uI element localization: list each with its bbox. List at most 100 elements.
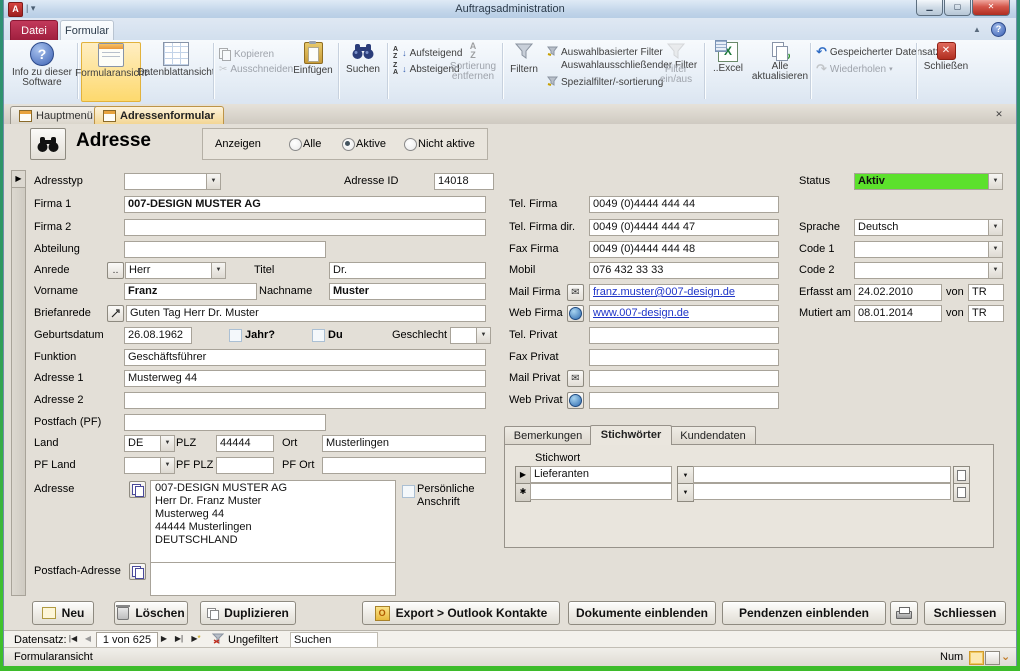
stichwort-row2-dropdown[interactable]: ▼ bbox=[677, 483, 694, 502]
form-view-toggle[interactable] bbox=[969, 651, 984, 665]
loeschen-button[interactable]: Löschen bbox=[114, 601, 188, 625]
layout-view-toggle[interactable]: ⌄ bbox=[1001, 651, 1010, 664]
dokumente-einblenden-button[interactable]: Dokumente einblenden bbox=[568, 601, 716, 625]
title-bar[interactable]: A | ▾ Auftragsadministration ▁ ▢ ✕ bbox=[4, 0, 1016, 19]
redo-button[interactable]: ↷ Wiederholen▾ bbox=[816, 63, 893, 75]
toggle-filter-button[interactable]: Filter ein/aus bbox=[654, 42, 698, 100]
schliessen-button[interactable]: Schliessen bbox=[924, 601, 1006, 625]
dropdown-arrow-icon[interactable]: ▼ bbox=[160, 436, 174, 451]
status-combo[interactable]: Aktiv▼ bbox=[854, 173, 1003, 190]
radio-aktive[interactable] bbox=[342, 138, 355, 151]
maximize-button[interactable]: ▢ bbox=[944, 0, 971, 16]
dropdown-arrow-icon[interactable]: ▼ bbox=[476, 328, 490, 343]
funktion-field[interactable]: Geschäftsführer bbox=[124, 349, 486, 366]
copy-address-button[interactable] bbox=[129, 481, 146, 498]
abteilung-field[interactable] bbox=[124, 241, 326, 258]
firma1-field[interactable]: 007-DESIGN MUSTER AG bbox=[124, 196, 486, 213]
neu-button[interactable]: Neu bbox=[32, 601, 94, 625]
doc-tab-adressenformular[interactable]: Adressenformular bbox=[94, 106, 224, 124]
stichwort-row1-extra-field[interactable] bbox=[693, 466, 951, 483]
fax-privat-field[interactable] bbox=[589, 349, 779, 366]
anrede-combo[interactable]: Herr▼ bbox=[125, 262, 226, 279]
find-button[interactable]: Suchen bbox=[341, 42, 385, 100]
fax-firma-field[interactable]: 0049 (0)4444 444 48 bbox=[589, 241, 779, 258]
advanced-filter-button[interactable]: Spezialfilter/-sortierung bbox=[547, 76, 663, 89]
tab-kundendaten[interactable]: Kundendaten bbox=[670, 426, 756, 445]
send-private-mail-button[interactable]: ✉ bbox=[567, 370, 584, 387]
adresse-id-field[interactable]: 14018 bbox=[434, 173, 494, 190]
dropdown-arrow-icon[interactable]: ▼ bbox=[988, 242, 1002, 257]
nachname-field[interactable]: Muster bbox=[329, 283, 486, 300]
stichwort-row2-detail-button[interactable] bbox=[953, 483, 970, 502]
mail-firma-field[interactable]: franz.muster@007-design.de bbox=[589, 284, 779, 301]
geburtsdatum-field[interactable]: 26.08.1962 bbox=[124, 327, 192, 344]
doc-tab-hauptmenu[interactable]: Hauptmenü bbox=[10, 106, 102, 124]
collapse-ribbon-icon[interactable]: ▲ bbox=[973, 25, 984, 34]
persoenliche-anschrift-checkbox[interactable] bbox=[402, 485, 415, 498]
briefanrede-edit-button[interactable] bbox=[107, 305, 124, 322]
erfasst-von-field[interactable]: TR bbox=[968, 284, 1004, 301]
open-private-web-button[interactable] bbox=[567, 392, 584, 409]
pendenzen-einblenden-button[interactable]: Pendenzen einblenden bbox=[722, 601, 886, 625]
pf-plz-field[interactable] bbox=[216, 457, 274, 474]
code1-combo[interactable]: ▼ bbox=[854, 241, 1003, 258]
datasheet-view-button[interactable]: Datenblattansicht bbox=[141, 42, 211, 100]
print-button[interactable] bbox=[890, 601, 918, 625]
adresse-block-field[interactable]: 007-DESIGN MUSTER AG Herr Dr. Franz Must… bbox=[150, 480, 396, 564]
export-outlook-button[interactable]: OExport > Outlook Kontakte bbox=[362, 601, 560, 625]
web-privat-field[interactable] bbox=[589, 392, 779, 409]
filter-state-label[interactable]: Ungefiltert bbox=[228, 633, 278, 647]
postfach-adresse-field[interactable] bbox=[150, 562, 396, 596]
dropdown-arrow-icon[interactable]: ▼ bbox=[988, 263, 1002, 278]
send-mail-button[interactable]: ✉ bbox=[567, 284, 584, 301]
adresse1-field[interactable]: Musterweg 44 bbox=[124, 370, 486, 387]
dropdown-arrow-icon[interactable]: ▼ bbox=[160, 458, 174, 473]
ort-field[interactable]: Musterlingen bbox=[322, 435, 486, 452]
cut-button[interactable]: ✂ Ausschneiden bbox=[219, 64, 293, 75]
form-view-button[interactable]: Formularansicht bbox=[81, 42, 141, 102]
close-window-button[interactable]: ✕ bbox=[972, 0, 1010, 16]
pf-land-combo[interactable]: ▼ bbox=[124, 457, 175, 474]
first-record-button[interactable]: |◀ bbox=[66, 632, 80, 646]
refresh-all-button[interactable]: ↻ Alle aktualisieren bbox=[752, 42, 808, 100]
stichwort-row2-field[interactable] bbox=[530, 483, 672, 500]
tel-firma-field[interactable]: 0049 (0)4444 444 44 bbox=[589, 196, 779, 213]
tel-privat-field[interactable] bbox=[589, 327, 779, 344]
anrede-picker-button[interactable]: ‥ bbox=[107, 262, 124, 279]
firma2-field[interactable] bbox=[124, 219, 486, 236]
close-document-icon[interactable]: ✕ bbox=[992, 108, 1006, 121]
code2-combo[interactable]: ▼ bbox=[854, 262, 1003, 279]
export-excel-button[interactable]: X ..Excel bbox=[707, 42, 749, 100]
datasheet-view-toggle[interactable] bbox=[985, 651, 1000, 665]
mobil-field[interactable]: 076 432 33 33 bbox=[589, 262, 779, 279]
dropdown-arrow-icon[interactable]: ▼ bbox=[206, 174, 220, 189]
tel-firma-dir-field[interactable]: 0049 (0)4444 444 47 bbox=[589, 219, 779, 236]
postfach-field[interactable] bbox=[124, 414, 326, 431]
vorname-field[interactable]: Franz bbox=[124, 283, 257, 300]
jahr-checkbox[interactable] bbox=[229, 329, 242, 342]
tab-bemerkungen[interactable]: Bemerkungen bbox=[504, 426, 592, 445]
tab-stichwoerter[interactable]: Stichwörter bbox=[590, 425, 672, 445]
duplizieren-button[interactable]: Duplizieren bbox=[200, 601, 296, 625]
previous-record-button[interactable]: ◀ bbox=[82, 632, 94, 646]
help-icon[interactable]: ? bbox=[991, 22, 1006, 37]
mutiert-am-field[interactable]: 08.01.2014 bbox=[854, 305, 942, 322]
info-software-button[interactable]: ? Info zu dieser Software bbox=[10, 42, 74, 100]
briefanrede-field[interactable]: Guten Tag Herr Dr. Muster bbox=[126, 305, 486, 322]
radio-nicht-aktive[interactable] bbox=[404, 138, 417, 151]
paste-button[interactable]: Einfügen bbox=[290, 42, 336, 100]
sprache-combo[interactable]: Deutsch▼ bbox=[854, 219, 1003, 236]
filter-button[interactable]: Filtern bbox=[504, 42, 544, 100]
land-combo[interactable]: DE▼ bbox=[124, 435, 175, 452]
last-record-button[interactable]: ▶| bbox=[172, 632, 186, 646]
new-record-button[interactable]: ▶* bbox=[188, 632, 204, 646]
record-selector-bar[interactable] bbox=[11, 170, 26, 596]
new-row-selector[interactable]: ✱ bbox=[515, 483, 531, 502]
adresstyp-combo[interactable]: ▼ bbox=[124, 173, 221, 190]
next-record-button[interactable]: ▶ bbox=[158, 632, 170, 646]
open-web-button[interactable] bbox=[567, 305, 584, 322]
titel-field[interactable]: Dr. bbox=[329, 262, 486, 279]
record-search-input[interactable]: Suchen bbox=[290, 632, 378, 648]
clear-sort-button[interactable]: AZ Sortierung entfernen bbox=[444, 42, 502, 100]
web-firma-field[interactable]: www.007-design.de bbox=[589, 305, 779, 322]
